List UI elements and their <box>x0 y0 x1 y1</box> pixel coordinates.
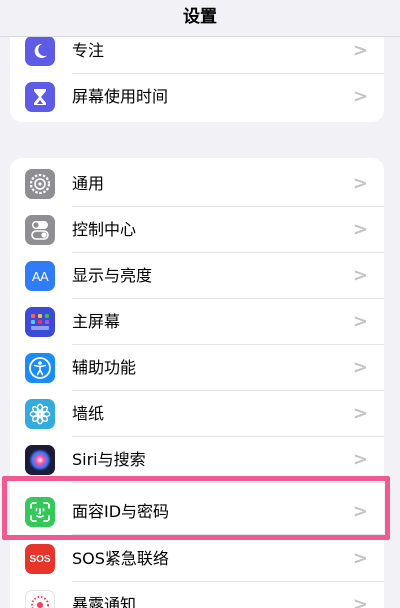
face-id-icon <box>25 497 55 527</box>
siri-icon <box>25 445 55 475</box>
settings-row-label: 屏幕使用时间 <box>72 87 169 106</box>
chevron-right-icon: > <box>352 86 368 107</box>
settings-row-display-brightness[interactable]: AA 显示与亮度 > <box>10 253 384 299</box>
settings-row-label: 面容ID与密码 <box>72 502 170 521</box>
flower-icon <box>25 399 55 429</box>
chevron-right-icon: > <box>352 449 368 470</box>
page-title: 设置 <box>183 6 217 27</box>
accessibility-icon <box>25 353 55 383</box>
chevron-right-icon: > <box>352 265 368 286</box>
divider <box>72 534 384 535</box>
nav-header: 设置 <box>0 0 400 37</box>
settings-row-home-screen[interactable]: 主屏幕 > <box>10 299 384 345</box>
chevron-right-icon: > <box>352 501 368 522</box>
chevron-right-icon: > <box>352 594 368 608</box>
settings-row-wallpaper[interactable]: 墙纸 > <box>10 391 384 437</box>
moon-icon <box>25 36 55 66</box>
app-grid-icon <box>25 307 55 337</box>
chevron-right-icon: > <box>352 548 368 569</box>
hourglass-icon <box>25 82 55 112</box>
exposure-icon <box>25 590 55 608</box>
chevron-right-icon: > <box>352 311 368 332</box>
settings-row-label: SOS紧急联络 <box>72 549 169 568</box>
sos-icon: SOS <box>25 544 55 574</box>
settings-row-control-center[interactable]: 控制中心 > <box>10 207 384 253</box>
toggles-icon <box>25 215 55 245</box>
chevron-right-icon: > <box>352 357 368 378</box>
text-size-icon-glyph: AA <box>31 268 49 284</box>
settings-row-screen-time[interactable]: 屏幕使用时间 > <box>10 74 384 120</box>
settings-row-emergency-sos[interactable]: SOS SOS紧急联络 > <box>10 536 384 582</box>
divider <box>72 482 384 483</box>
settings-row-accessibility[interactable]: 辅助功能 > <box>10 345 384 391</box>
chevron-right-icon: > <box>352 219 368 240</box>
settings-row-label: 显示与亮度 <box>72 266 153 285</box>
settings-row-label: 控制中心 <box>72 220 137 239</box>
gear-icon <box>25 169 55 199</box>
settings-row-label: 暴露通知 <box>72 595 137 608</box>
sos-icon-glyph: SOS <box>29 553 51 565</box>
settings-row-label: 墙纸 <box>72 404 105 423</box>
chevron-right-icon: > <box>352 173 368 194</box>
settings-row-general[interactable]: 通用 > <box>10 161 384 207</box>
settings-row-exposure-notifications[interactable]: 暴露通知 > <box>10 582 384 608</box>
settings-group-general: 通用 > 控制中心 > AA 显示与亮度 > 主屏幕 > 辅助功能 > 墙纸 >… <box>10 158 384 608</box>
settings-row-label: 通用 <box>72 174 105 193</box>
settings-row-label: Siri与搜索 <box>72 450 146 469</box>
settings-row-siri-search[interactable]: Siri与搜索 > <box>10 437 384 483</box>
settings-row-label: 辅助功能 <box>72 358 137 377</box>
chevron-right-icon: > <box>352 403 368 424</box>
settings-row-label: 主屏幕 <box>72 312 121 331</box>
text-size-icon: AA <box>25 261 55 291</box>
settings-row-face-id-passcode[interactable]: 面容ID与密码 > <box>10 489 384 535</box>
